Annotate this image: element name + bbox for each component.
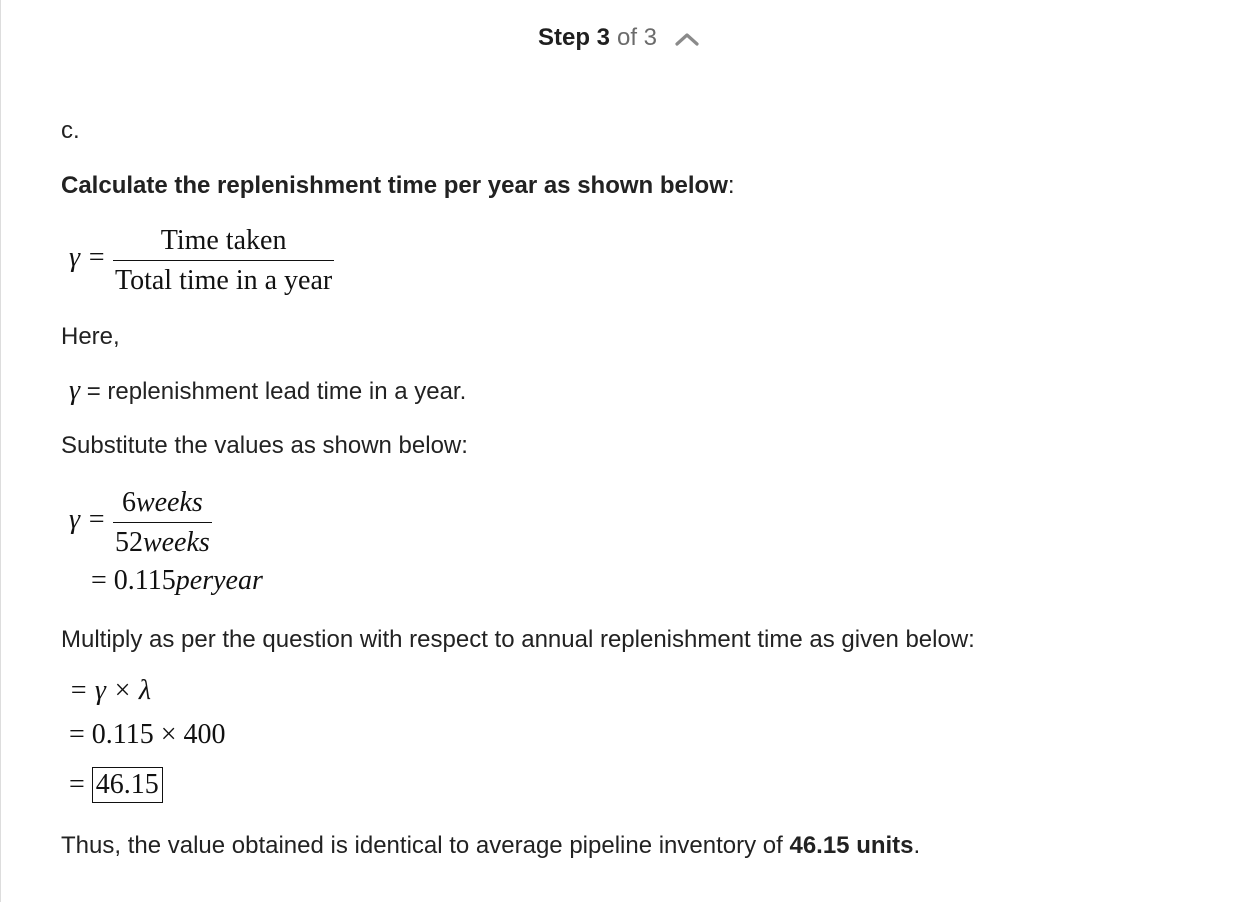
- step-total: of 3: [617, 24, 658, 51]
- chevron-up-icon[interactable]: [673, 28, 701, 48]
- eq3-line-1: = γ × λ: [69, 676, 151, 706]
- eq1-numerator: Time taken: [160, 225, 287, 256]
- eq1-lhs: γ =: [69, 241, 106, 273]
- conclusion-period: .: [913, 832, 921, 859]
- part-label: c.: [61, 117, 80, 144]
- eq2-result-unit: peryear: [175, 565, 263, 596]
- eq3-line-1-text: = γ × λ: [69, 675, 151, 706]
- calc-heading: Calculate the replenishment time per yea…: [61, 171, 735, 201]
- eq3-line-2-text: = 0.115 × 400: [69, 719, 226, 750]
- eq2-den-unit: weeks: [142, 527, 210, 558]
- equation-ratio-definition: γ = Time taken Total time in a year: [69, 222, 335, 301]
- eq2-denominator: 52weeks: [112, 522, 212, 563]
- step-header[interactable]: Step 3 of 3: [1, 22, 1237, 54]
- multiply-text: Multiply as per the question with respec…: [61, 626, 975, 653]
- def-gamma-symbol: γ: [69, 375, 81, 406]
- eq2-lhs: γ =: [69, 503, 106, 535]
- step-number: Step 3: [537, 24, 610, 51]
- eq2-fraction: 6weeks 52weeks: [112, 484, 212, 563]
- eq2-result: = 0.115peryear: [91, 566, 263, 596]
- here-label: Here,: [61, 323, 120, 350]
- eq2-result-value: = 0.115: [91, 565, 176, 596]
- solution-panel: Step 3 of 3 c. Calculate the replenishme…: [0, 0, 1236, 902]
- def-text: = replenishment lead time in a year.: [86, 378, 467, 405]
- calc-heading-text: Calculate the replenishment time per yea…: [61, 172, 728, 199]
- eq2-numerator: 6weeks: [120, 484, 205, 522]
- conclusion-text: Thus, the value obtained is identical to…: [61, 832, 790, 859]
- eq1-fraction: Time taken Total time in a year: [112, 222, 335, 301]
- eq3-line-3: = 46.15: [69, 767, 163, 803]
- eq2-den-value: 52: [114, 527, 143, 558]
- calc-heading-colon: :: [727, 172, 735, 199]
- eq3-line-3-equals: =: [69, 769, 85, 800]
- eq3-line-2: = 0.115 × 400: [69, 720, 226, 750]
- substitute-text: Substitute the values as shown below:: [61, 432, 468, 459]
- eq1-denominator: Total time in a year: [112, 260, 335, 301]
- equation-substitution: γ = 6weeks 52weeks: [69, 484, 212, 563]
- conclusion: Thus, the value obtained is identical to…: [61, 831, 920, 861]
- eq2-num-unit: weeks: [135, 487, 203, 518]
- conclusion-answer: 46.15 units: [789, 832, 914, 859]
- definition-line: γ = replenishment lead time in a year.: [69, 376, 466, 407]
- final-answer-box: 46.15: [91, 767, 163, 803]
- eq2-num-value: 6: [121, 487, 136, 518]
